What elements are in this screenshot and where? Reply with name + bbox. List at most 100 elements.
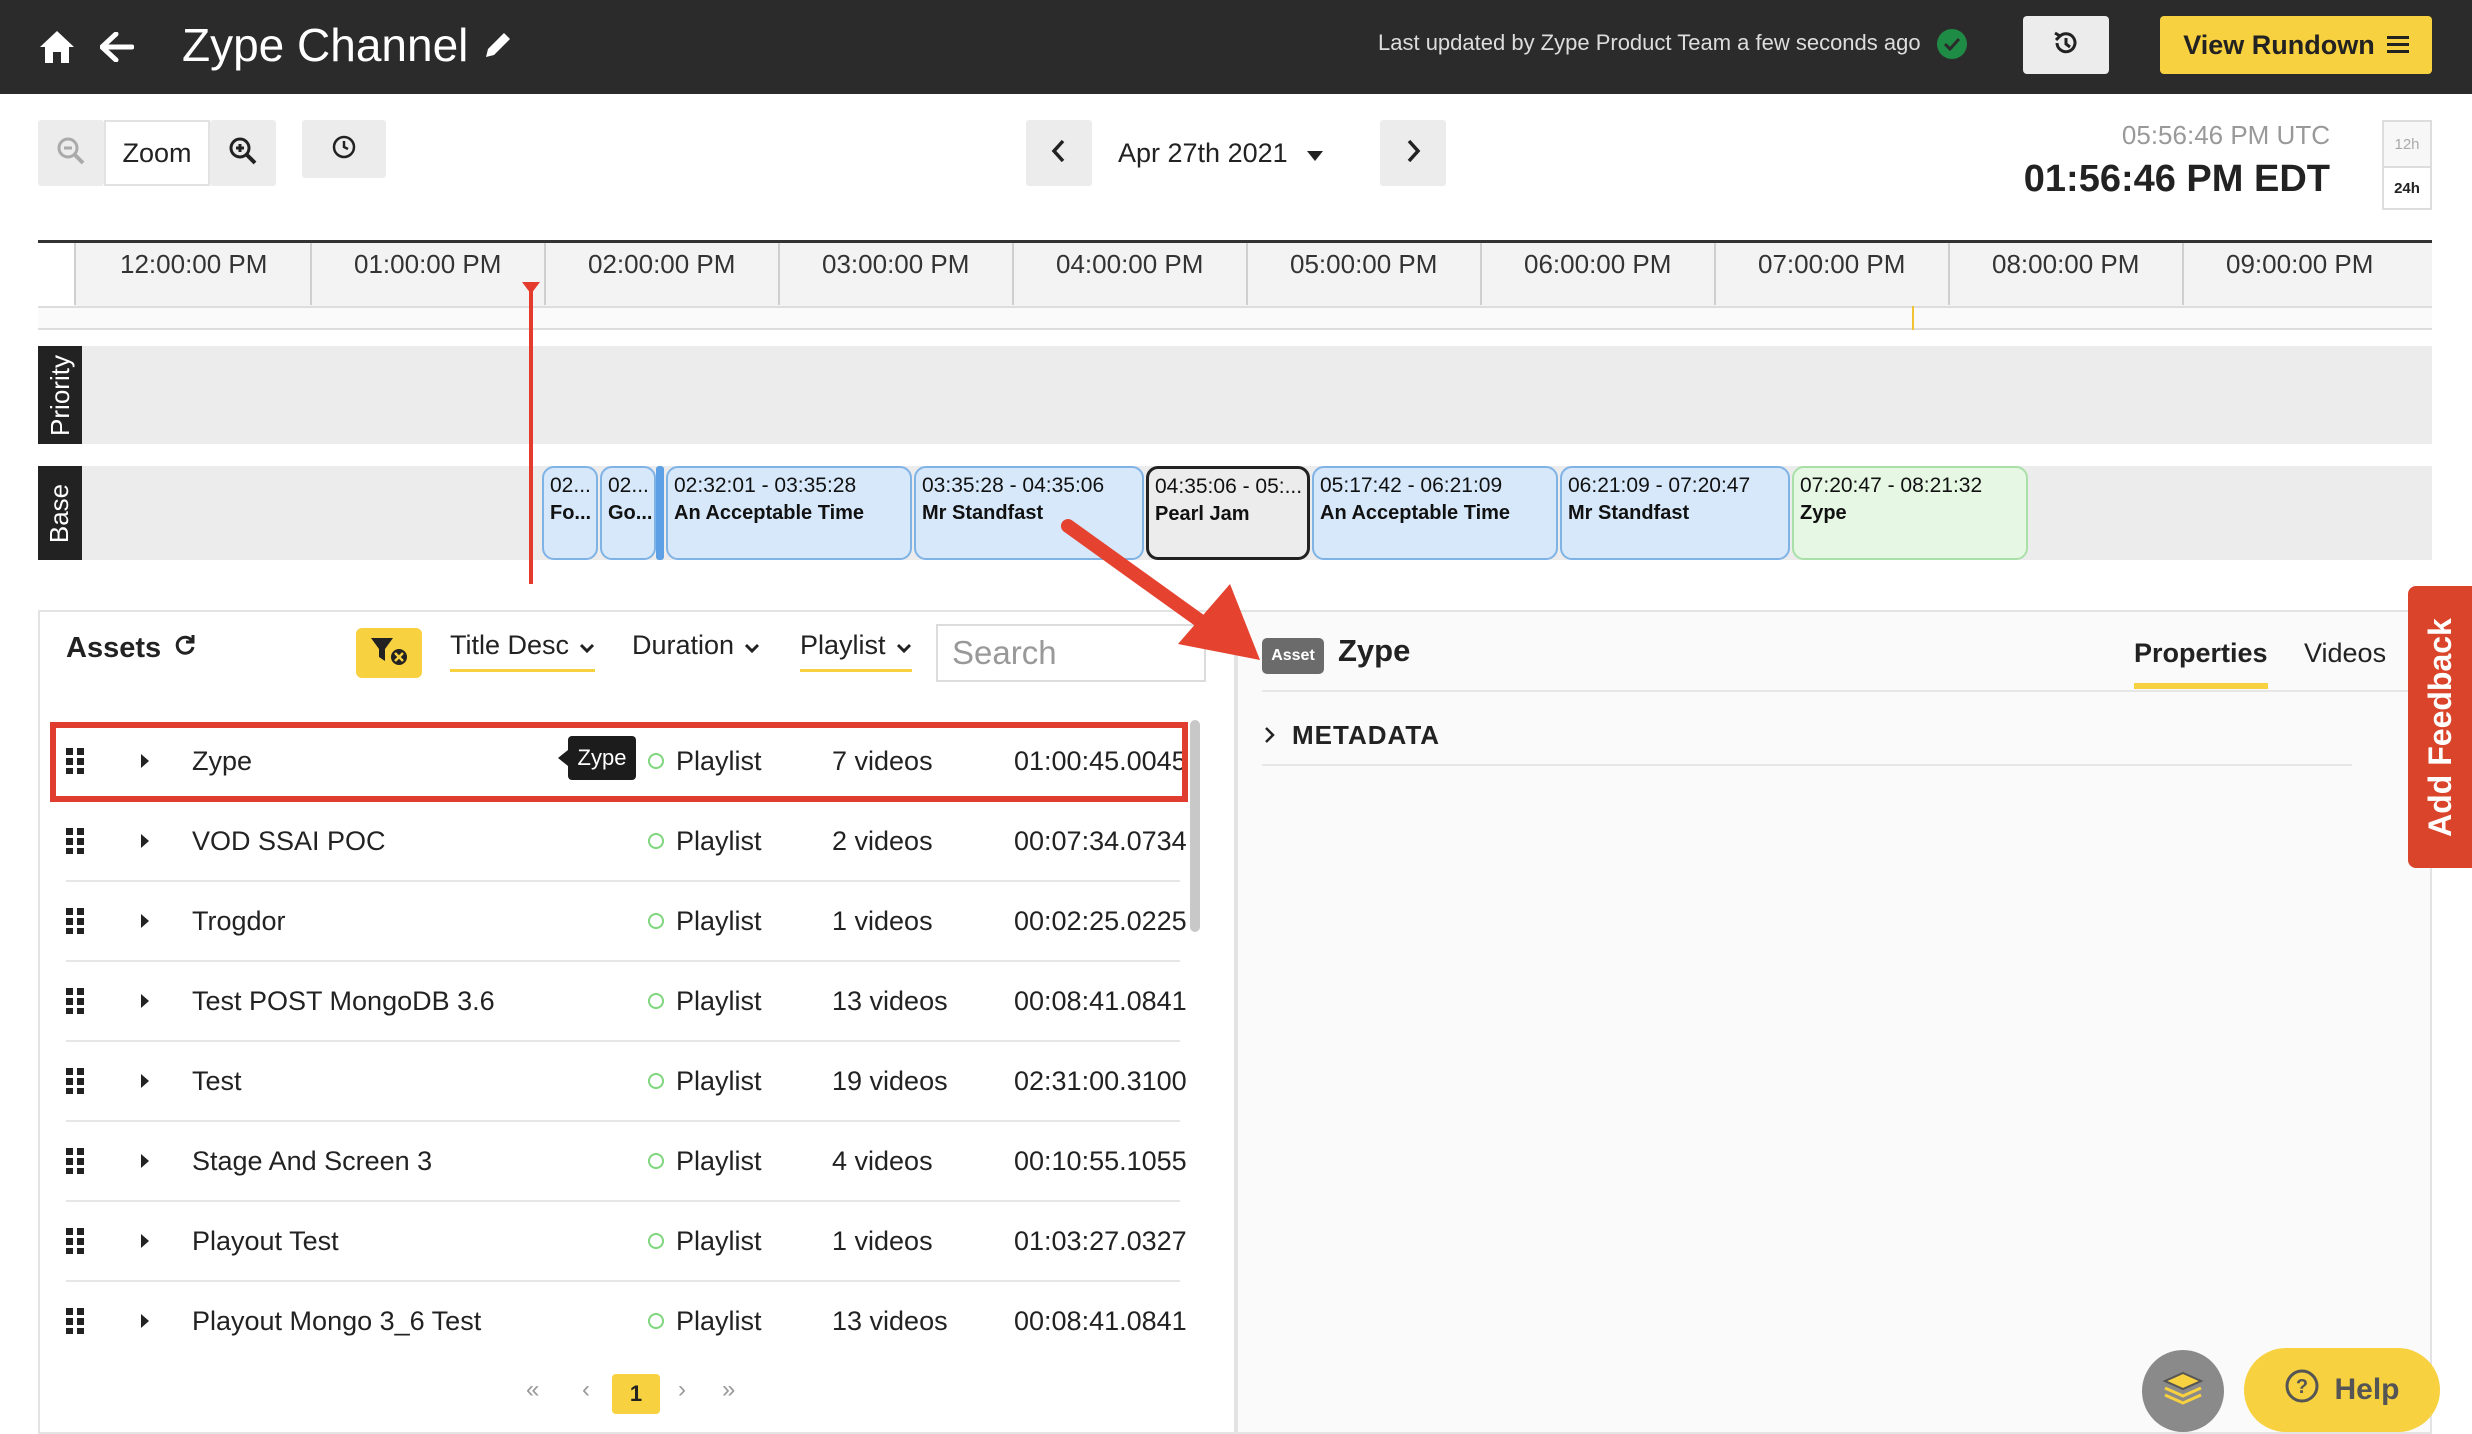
expand-caret-icon[interactable] — [140, 882, 150, 960]
drag-handle-icon[interactable] — [66, 1282, 84, 1360]
program-block[interactable]: 02:32:01 - 03:35:28 An Acceptable Time — [666, 466, 912, 560]
asset-row[interactable]: Stage And Screen 3 Playlist 4 videos 00:… — [66, 1122, 1187, 1202]
expand-caret-icon[interactable] — [140, 1042, 150, 1120]
first-page-button[interactable]: « — [526, 1376, 539, 1404]
block-name: Zype — [1800, 502, 1847, 524]
tab-properties[interactable]: Properties — [2134, 638, 2268, 689]
expand-caret-icon[interactable] — [140, 1202, 150, 1280]
asset-row[interactable]: Playout Test Playlist 1 videos 01:03:27.… — [66, 1202, 1187, 1282]
program-block[interactable]: 02... Fo... — [542, 466, 598, 560]
expand-caret-icon[interactable] — [140, 962, 150, 1040]
asset-name: Playout Test — [192, 1225, 339, 1256]
block-time: 04:35:06 - 05:... — [1155, 475, 1303, 498]
asset-row[interactable]: Playout Mongo 3_6 Test Playlist 13 video… — [66, 1282, 1187, 1362]
program-block[interactable]: 06:21:09 - 07:20:47 Mr Standfast — [1560, 466, 1790, 560]
zoom-label: Zoom — [104, 120, 210, 186]
asset-name: VOD SSAI POC — [192, 825, 386, 856]
sort-duration-select[interactable]: Duration — [632, 630, 760, 669]
range-12h[interactable]: 12h — [2384, 122, 2430, 166]
program-block[interactable]: 07:20:47 - 08:21:32 Zype — [1792, 466, 2028, 560]
time-utc: 05:56:46 PM UTC — [2121, 120, 2330, 150]
asset-duration: 00:02:25.0225 — [1014, 905, 1187, 936]
asset-duration: 01:03:27.0327 — [1014, 1225, 1187, 1256]
back-arrow-icon[interactable] — [94, 24, 140, 70]
drag-handle-icon[interactable] — [66, 882, 84, 960]
metadata-section-toggle[interactable]: METADATA — [1264, 720, 1440, 751]
home-icon[interactable] — [34, 24, 80, 70]
status-dot — [648, 1073, 664, 1089]
asset-type: Playlist — [648, 1042, 762, 1120]
asset-row[interactable]: Test POST MongoDB 3.6 Playlist 13 videos… — [66, 962, 1187, 1042]
refresh-icon[interactable] — [173, 632, 197, 665]
program-block[interactable]: 05:17:42 - 06:21:09 An Acceptable Time — [1312, 466, 1558, 560]
asset-row[interactable]: Test Playlist 19 videos 02:31:00.3100 — [66, 1042, 1187, 1122]
drag-handle-icon[interactable] — [66, 1122, 84, 1200]
expand-caret-icon[interactable] — [140, 1122, 150, 1200]
drag-handle-icon[interactable] — [66, 1042, 84, 1120]
asset-duration: 02:31:00.3100 — [1014, 1065, 1187, 1096]
asset-row[interactable]: VOD SSAI POC Playlist 2 videos 00:07:34.… — [66, 802, 1187, 882]
date-picker[interactable]: Apr 27th 2021 — [1118, 130, 1378, 176]
asset-count: 4 videos — [832, 1145, 933, 1176]
tick-label: 07:00:00 PM — [1758, 249, 1906, 279]
asset-name: Test — [192, 1065, 242, 1096]
zoom-in-button[interactable] — [210, 120, 276, 186]
playhead-marker — [522, 282, 540, 294]
tick-label: 01:00:00 PM — [354, 249, 502, 279]
last-updated-text: Last updated by Zype Product Team a few … — [1378, 30, 1921, 55]
asset-count: 19 videos — [832, 1065, 948, 1096]
timeline-ruler: 12:00:00 PM 01:00:00 PM 02:00:00 PM 03:0… — [38, 240, 2432, 306]
tab-videos[interactable]: Videos — [2304, 638, 2386, 669]
asset-tooltip: Zype — [568, 736, 636, 780]
range-24h[interactable]: 24h — [2384, 166, 2430, 208]
add-feedback-tab[interactable]: Add Feedback — [2408, 586, 2472, 868]
menu-icon — [2386, 30, 2409, 61]
asset-name: Trogdor — [192, 905, 286, 936]
detail-asset-name: Zype — [1338, 633, 1411, 668]
divider — [1262, 690, 2422, 692]
asset-type: Playlist — [648, 1202, 762, 1280]
pencil-icon[interactable] — [482, 14, 514, 76]
block-name: Fo... — [550, 502, 592, 524]
view-rundown-label: View Rundown — [2183, 29, 2375, 60]
history-icon — [2051, 28, 2081, 63]
sort-title-select[interactable]: Title Desc — [450, 630, 596, 672]
history-button[interactable] — [2023, 16, 2109, 74]
now-button[interactable] — [302, 120, 386, 178]
filter-clear-button[interactable] — [356, 628, 422, 678]
asset-type: Playlist — [648, 1122, 762, 1200]
block-time: 07:20:47 - 08:21:32 — [1800, 474, 1983, 497]
next-date-button[interactable] — [1380, 120, 1446, 186]
last-page-button[interactable]: » — [722, 1376, 735, 1404]
tick: 03:00:00 PM — [778, 243, 969, 305]
zoom-out-button[interactable] — [38, 120, 104, 186]
drag-handle-icon[interactable] — [66, 1202, 84, 1280]
stack-button[interactable] — [2142, 1350, 2224, 1432]
next-page-button[interactable]: › — [678, 1376, 686, 1404]
asset-type-label: Playlist — [676, 985, 762, 1016]
tooltip-arrow — [558, 750, 568, 766]
asset-count: 1 videos — [832, 905, 933, 936]
asset-row[interactable]: Trogdor Playlist 1 videos 00:02:25.0225 — [66, 882, 1187, 962]
assets-scrollbar[interactable] — [1190, 720, 1200, 932]
program-block[interactable]: 02... Go... — [600, 466, 656, 560]
prev-page-button[interactable]: ‹ — [582, 1376, 590, 1404]
drag-handle-icon[interactable] — [66, 802, 84, 880]
range-toggle[interactable]: 12h 24h — [2382, 120, 2432, 210]
block-time: 03:35:28 - 04:35:06 — [922, 474, 1105, 497]
expand-caret-icon[interactable] — [140, 1282, 150, 1360]
tick-label: 08:00:00 PM — [1992, 249, 2140, 279]
playlist-filter-select[interactable]: Playlist — [800, 630, 912, 672]
timeline-spacer — [38, 306, 2432, 330]
asset-type-label: Playlist — [676, 825, 762, 856]
asset-count: 2 videos — [832, 825, 933, 856]
filter-clear-icon — [369, 635, 409, 672]
prev-date-button[interactable] — [1026, 120, 1092, 186]
drag-handle-icon[interactable] — [66, 962, 84, 1040]
expand-caret-icon[interactable] — [140, 802, 150, 880]
tick-label: 06:00:00 PM — [1524, 249, 1672, 279]
view-rundown-button[interactable]: View Rundown — [2160, 16, 2432, 74]
page-1-button[interactable]: 1 — [612, 1374, 660, 1414]
zoom-in-icon — [228, 136, 258, 171]
help-button[interactable]: ? Help — [2244, 1348, 2440, 1432]
